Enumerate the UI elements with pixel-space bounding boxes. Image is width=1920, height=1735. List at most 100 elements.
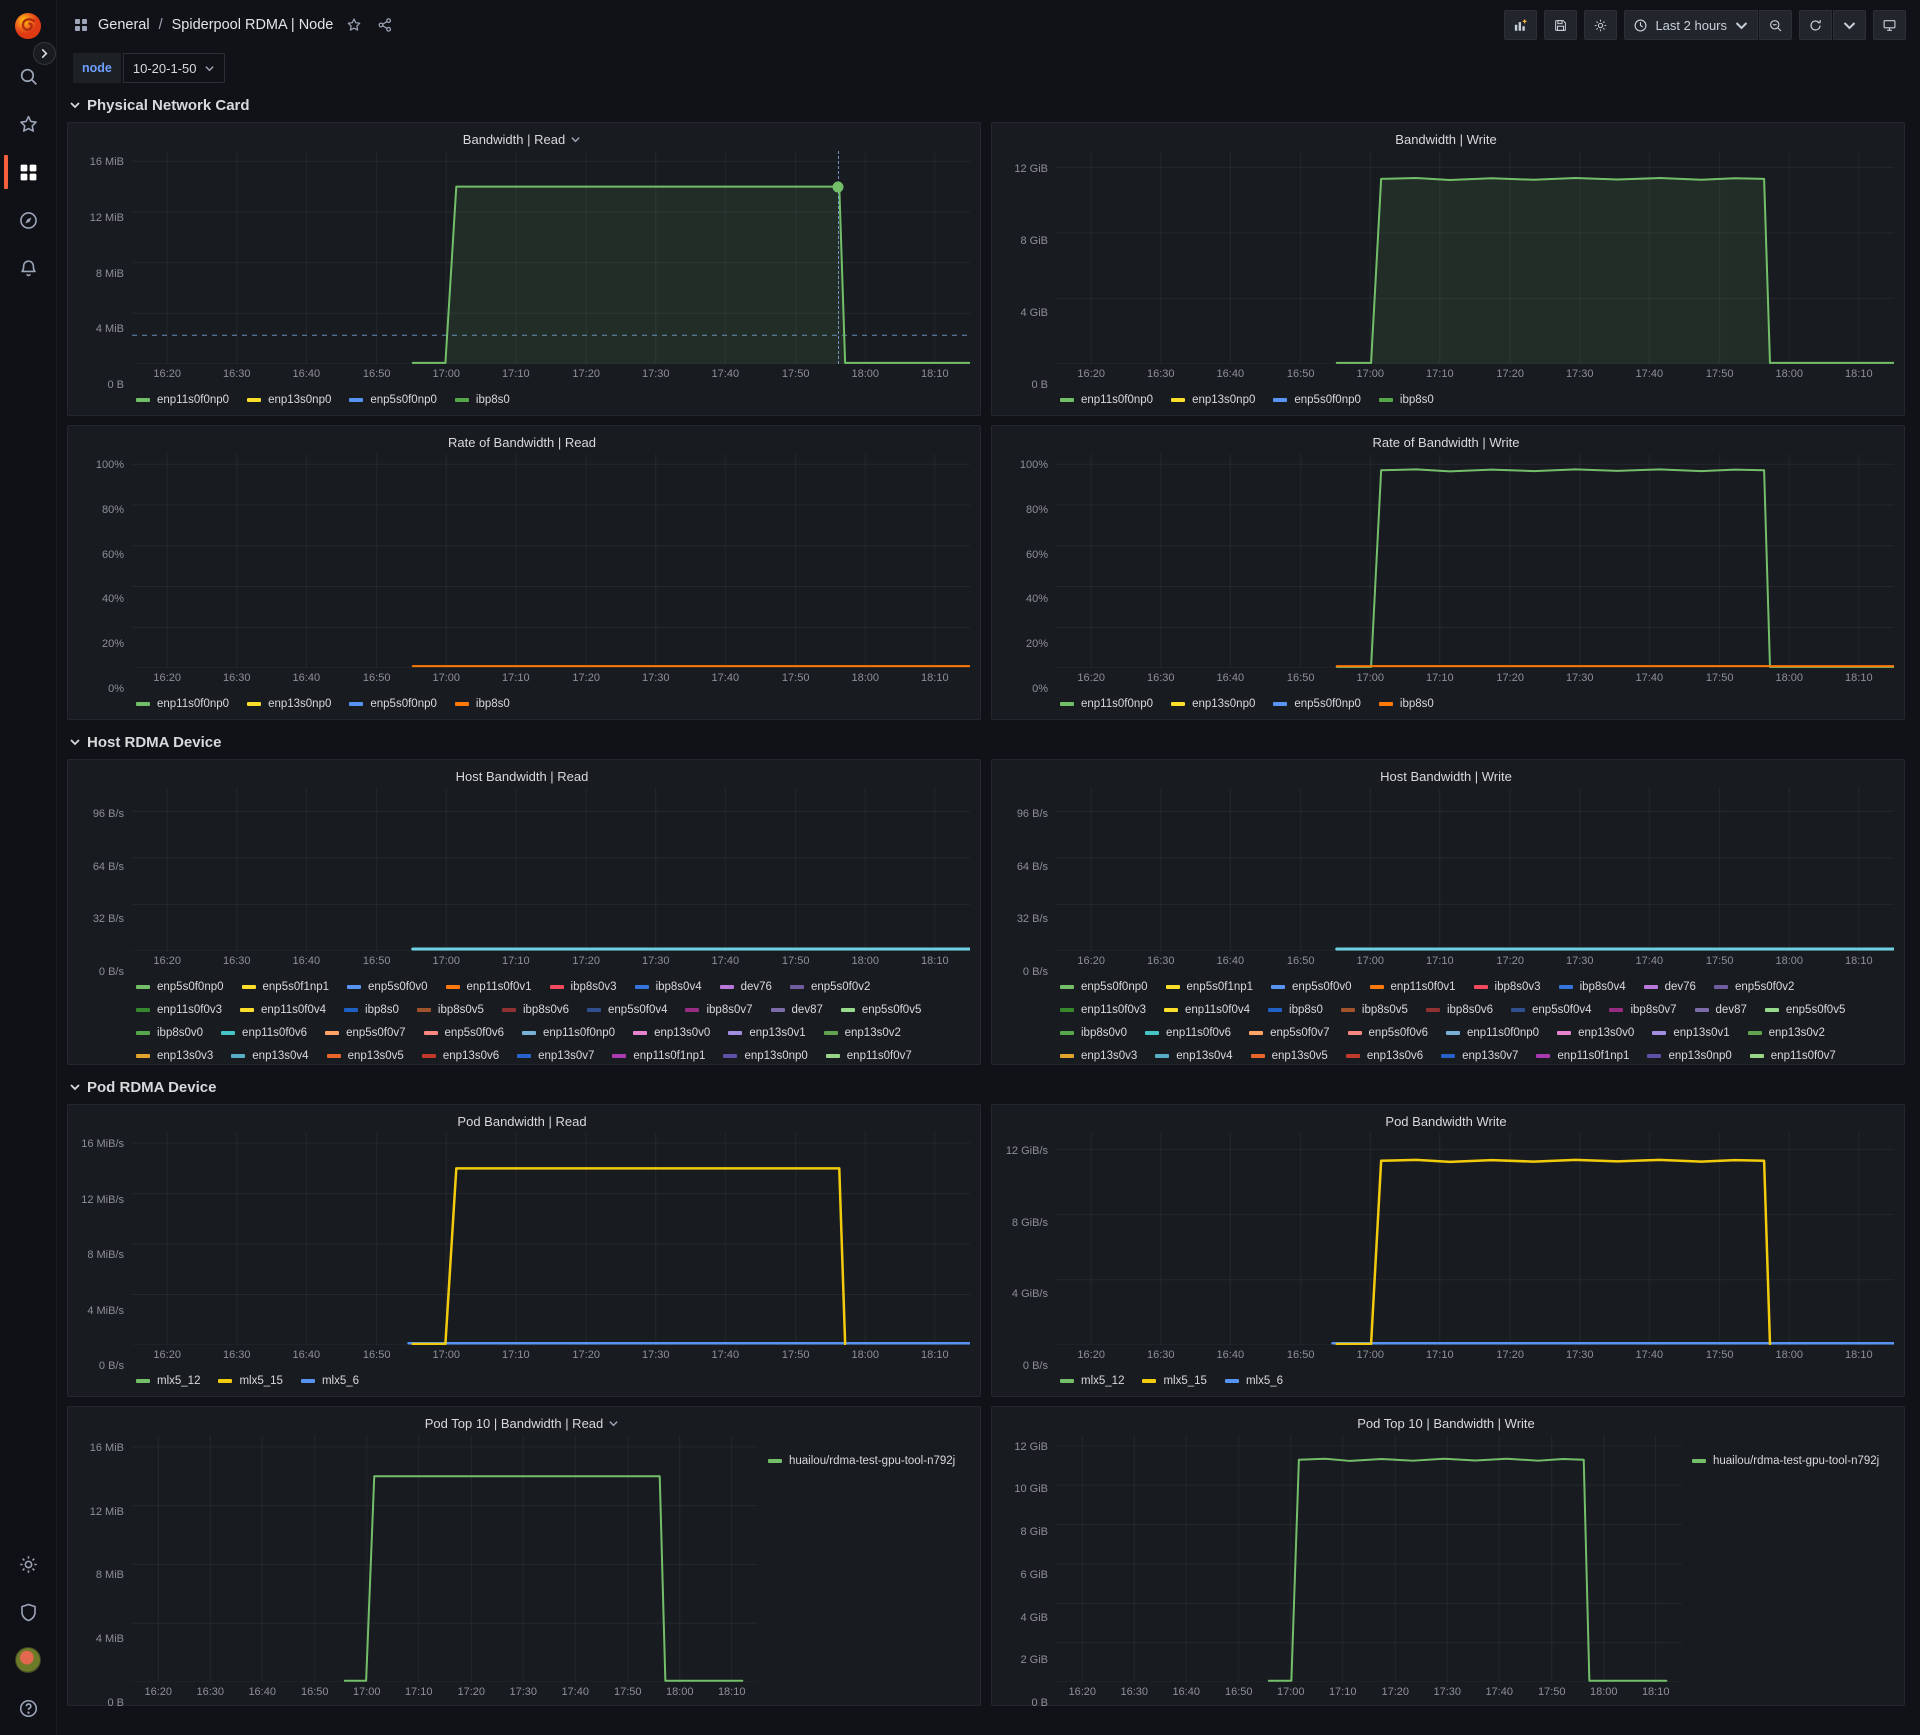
legend-item[interactable]: enp13s0v0 [1557,1021,1634,1044]
sidebar-item-configuration[interactable] [0,1551,57,1577]
plot-area[interactable] [132,788,970,951]
time-range-picker[interactable]: Last 2 hours [1624,10,1758,40]
legend-item[interactable]: enp13s0np0 [1647,1044,1732,1062]
legend-item[interactable]: mlx5_6 [300,1369,359,1392]
legend-item[interactable]: enp5s0f0v7 [1249,1021,1330,1044]
panel-title[interactable]: Host Bandwidth | Read [74,765,970,788]
refresh-button[interactable] [1799,10,1832,40]
legend-item[interactable]: enp13s0v4 [231,1044,309,1062]
legend-item[interactable]: huailou/rdma-test-gpu-tool-n792j [768,1451,955,1471]
legend-item[interactable]: ibp8s0v7 [1609,998,1677,1021]
favorite-star-icon[interactable] [346,17,362,33]
legend-item[interactable]: enp11s0f0v7 [825,1044,912,1062]
legend-item[interactable]: enp13s0v1 [728,1021,806,1044]
legend-item[interactable]: dev76 [719,975,772,998]
legend-item[interactable]: ibp8s0 [1268,998,1323,1021]
variable-node-value-dropdown[interactable]: 10-20-1-50 [122,53,226,83]
legend-item[interactable]: enp11s0f0np0 [1446,1021,1539,1044]
sidebar-item-alerting[interactable] [0,255,57,281]
legend-item[interactable]: ibp8s0v4 [1558,975,1626,998]
variable-node-label[interactable]: node [73,53,121,83]
plot-area[interactable] [1056,151,1894,364]
section-pod-rdma-device[interactable]: Pod RDMA Device [69,1074,1905,1100]
legend-item[interactable]: enp5s0f0v2 [789,975,870,998]
plot-area[interactable] [132,1133,970,1345]
legend-item[interactable]: huailou/rdma-test-gpu-tool-n792j [1692,1451,1879,1471]
plot-area[interactable] [132,454,970,668]
legend-item[interactable]: ibp8s0v5 [416,998,484,1021]
grafana-logo-icon[interactable] [13,11,43,41]
sidebar-item-search[interactable] [0,63,57,89]
legend-item[interactable]: ibp8s0v0 [136,1021,203,1044]
plot-area[interactable] [132,1435,758,1682]
sidebar-item-explore[interactable] [0,207,57,233]
plot-area[interactable] [1056,454,1894,668]
legend-item[interactable]: mlx5_6 [1224,1369,1283,1392]
legend-item[interactable]: enp13s0np0 [247,388,331,411]
add-panel-button[interactable] [1504,10,1538,40]
legend-item[interactable]: ibp8s0 [344,998,399,1021]
breadcrumb-section[interactable]: General [98,17,150,33]
legend-item[interactable]: enp11s0f1np1 [1536,1044,1629,1062]
legend-item[interactable]: enp13s0v7 [517,1044,594,1062]
legend-item[interactable]: enp11s0f0np0 [522,1021,615,1044]
legend-item[interactable]: enp13s0np0 [247,692,331,715]
legend-item[interactable]: enp11s0f0v3 [1060,998,1146,1021]
legend-item[interactable]: ibp8s0 [454,692,510,715]
legend-item[interactable]: enp5s0f0v0 [1271,975,1352,998]
legend-item[interactable]: enp11s0f0np0 [136,692,229,715]
legend-item[interactable]: ibp8s0v3 [1473,975,1541,998]
legend-item[interactable]: enp11s0f0v6 [221,1021,307,1044]
sidebar-item-starred[interactable] [0,111,57,137]
panel-title[interactable]: Pod Top 10 | Bandwidth | Read [74,1412,970,1435]
legend-item[interactable]: enp11s0f0v1 [445,975,532,998]
panel-title[interactable]: Rate of Bandwidth | Read [74,431,970,454]
legend-item[interactable]: enp11s0f1np1 [612,1044,705,1062]
legend-item[interactable]: enp11s0f0v3 [136,998,222,1021]
legend-item[interactable]: enp13s0v2 [1747,1021,1825,1044]
legend-item[interactable]: ibp8s0 [454,388,510,411]
legend-item[interactable]: mlx5_15 [1142,1369,1207,1392]
legend-item[interactable]: enp11s0f0v4 [1164,998,1250,1021]
legend-item[interactable]: enp13s0v2 [823,1021,901,1044]
legend-item[interactable]: enp5s0f1np1 [1165,975,1253,998]
zoom-out-time-button[interactable] [1759,10,1792,40]
legend-item[interactable]: mlx5_12 [1060,1369,1124,1392]
legend-item[interactable]: enp5s0f0np0 [1273,692,1361,715]
legend-item[interactable]: enp13s0v3 [1060,1044,1137,1062]
section-host-rdma-device[interactable]: Host RDMA Device [69,729,1905,755]
legend-item[interactable]: ibp8s0v7 [685,998,753,1021]
plot-area[interactable] [1056,1133,1894,1345]
legend-item[interactable]: dev76 [1643,975,1696,998]
legend-item[interactable]: dev87 [1694,998,1747,1021]
sidebar-expand-button[interactable] [33,42,56,65]
legend-item[interactable]: enp5s0f0v0 [347,975,428,998]
legend-item[interactable]: enp13s0v6 [1345,1044,1423,1062]
sidebar-item-profile[interactable] [0,1647,57,1673]
plot-area[interactable] [132,151,970,364]
legend-item[interactable]: ibp8s0v6 [501,998,569,1021]
save-dashboard-button[interactable] [1544,10,1578,40]
legend-item[interactable]: ibp8s0v4 [634,975,702,998]
legend-item[interactable]: enp5s0f0np0 [136,975,224,998]
legend-item[interactable]: enp5s0f1np1 [241,975,329,998]
section-physical-network-card[interactable]: Physical Network Card [69,92,1905,118]
legend-item[interactable]: enp13s0v6 [421,1044,499,1062]
legend-item[interactable]: mlx5_15 [218,1369,283,1392]
legend-item[interactable]: dev87 [770,998,823,1021]
legend-item[interactable]: enp5s0f0v6 [1347,1021,1428,1044]
legend-item[interactable]: enp13s0v1 [1652,1021,1730,1044]
sidebar-item-dashboards[interactable] [0,155,57,189]
legend-item[interactable]: enp5s0f0v4 [1511,998,1591,1021]
share-icon[interactable] [377,17,393,33]
legend-item[interactable]: enp5s0f0v2 [1713,975,1794,998]
sidebar-item-help[interactable] [0,1695,57,1721]
legend-item[interactable]: enp11s0f0np0 [1060,692,1153,715]
legend-item[interactable]: mlx5_12 [136,1369,200,1392]
legend-item[interactable]: enp13s0v4 [1155,1044,1233,1062]
panel-title[interactable]: Pod Top 10 | Bandwidth | Write [998,1412,1894,1435]
panel-title[interactable]: Pod Bandwidth | Read [74,1110,970,1133]
legend-item[interactable]: ibp8s0v3 [549,975,617,998]
panel-title[interactable]: Host Bandwidth | Write [998,765,1894,788]
legend-item[interactable]: enp11s0f0v1 [1369,975,1456,998]
